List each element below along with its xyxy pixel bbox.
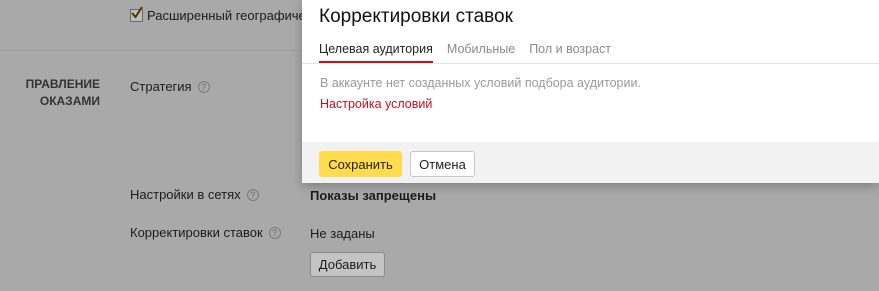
section-title-line2: ОКАЗАМИ [39,94,100,108]
save-button[interactable]: Сохранить [319,151,402,177]
tabs-divider [302,63,879,64]
help-icon[interactable]: ? [268,226,281,239]
tab-target-audience[interactable]: Целевая аудитория [319,42,433,63]
bid-adjustments-label: Корректировки ставок [130,225,263,240]
empty-state-text: В аккаунте нет созданных условий подбора… [320,76,641,90]
bid-adjustments-modal: Корректировки ставок Целевая аудитория М… [302,0,879,183]
cancel-button[interactable]: Отмена [410,151,475,177]
strategy-label-row: Стратегия ? [130,79,210,94]
bid-adjustments-row: Корректировки ставок ? [130,225,281,240]
geo-checkbox-row[interactable]: Расширенный географичес [130,6,313,23]
network-settings-label: Настройки в сетях [130,187,241,202]
section-title-line1: ПРАВЛЕНИЕ [25,77,100,91]
modal-title: Корректировки ставок [319,6,513,27]
modal-footer: Сохранить Отмена [302,142,879,183]
settings-link[interactable]: Настройка условий [320,97,432,111]
tab-mobile[interactable]: Мобильные [447,42,515,63]
tab-gender-age[interactable]: Пол и возраст [529,42,611,63]
help-icon[interactable]: ? [246,188,259,201]
section-title: ПРАВЛЕНИЕ ОКАЗАМИ [0,76,100,110]
geo-checkbox-label: Расширенный географичес [147,8,313,23]
strategy-label: Стратегия [130,79,192,94]
modal-tabs: Целевая аудитория Мобильные Пол и возрас… [319,42,625,63]
bid-adjustments-value: Не заданы [310,226,375,241]
network-settings-row: Настройки в сетях ? [130,187,259,202]
add-button[interactable]: Добавить [310,252,385,277]
checkmark-icon [131,6,143,19]
network-settings-value: Показы запрещены [310,188,437,203]
help-icon[interactable]: ? [197,80,210,93]
checkbox-checked[interactable] [130,6,143,22]
